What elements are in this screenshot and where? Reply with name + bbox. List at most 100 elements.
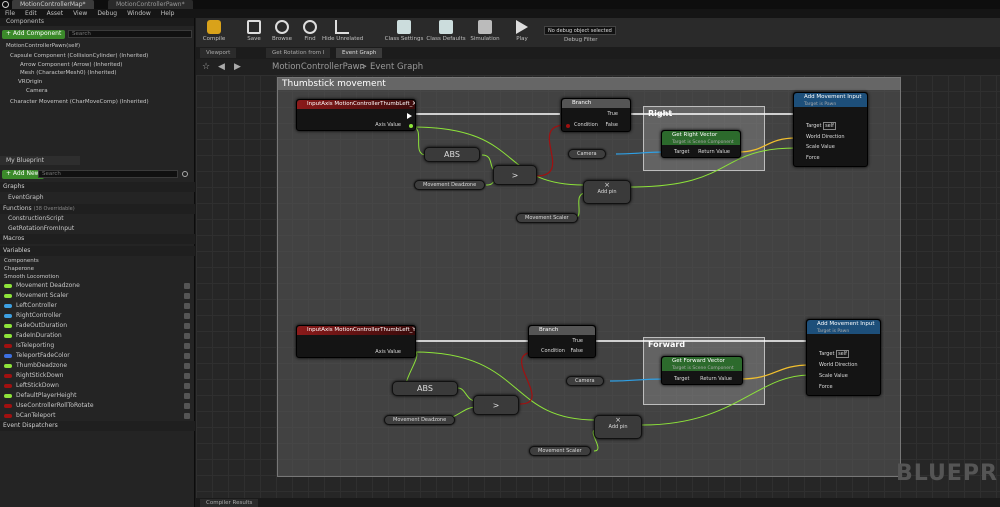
play-button[interactable]: Play (506, 20, 538, 46)
function-get-rotation[interactable]: GetRotationFromInput (4, 224, 74, 234)
add-pin-label[interactable]: Add pin (584, 189, 630, 195)
variable-item[interactable]: IsTeleporting (0, 341, 195, 351)
camera-node-x[interactable]: Camera (568, 149, 606, 159)
menu-help[interactable]: Help (156, 10, 180, 17)
visibility-eye-icon[interactable] (184, 323, 190, 329)
tree-camera[interactable]: Camera (26, 87, 48, 95)
forward-arrow-icon[interactable]: ▶ (234, 62, 241, 72)
get-forward-vector-node[interactable]: Get Forward Vector Target is Scene Compo… (661, 356, 743, 385)
back-arrow-icon[interactable]: ◀ (218, 62, 225, 72)
abs-node-y[interactable]: ABS (392, 381, 458, 396)
star-icon[interactable]: ☆ (202, 62, 210, 72)
breadcrumb-current[interactable]: Event Graph (370, 62, 423, 72)
get-right-vector-node[interactable]: Get Right Vector Target is Scene Compone… (661, 130, 741, 158)
input-axis-x-node[interactable]: InputAxis MotionControllerThumbLeft_X Ax… (296, 99, 416, 131)
visibility-eye-icon[interactable] (184, 403, 190, 409)
tree-vrorigin[interactable]: VROrigin (18, 78, 42, 86)
movement-deadzone-node-x[interactable]: Movement Deadzone (414, 180, 486, 190)
variable-item[interactable]: TeleportFadeColor (0, 351, 195, 361)
breadcrumb-root[interactable]: MotionControllerPawn (272, 62, 365, 72)
multiply-node-x[interactable]: × Add pin (583, 180, 631, 204)
visibility-eye-icon[interactable] (184, 383, 190, 389)
variable-item[interactable]: bCanTeleport (0, 411, 195, 421)
simulation-button[interactable]: Simulation (468, 20, 502, 46)
section-macros[interactable]: Macros (0, 234, 195, 244)
variable-item[interactable]: FadeOutDuration (0, 321, 195, 331)
axis-value-pin[interactable] (409, 124, 413, 128)
components-search-input[interactable]: Search (68, 30, 192, 38)
tree-arrow[interactable]: Arrow Component (Arrow) (Inherited) (20, 61, 122, 69)
movement-deadzone-node-y[interactable]: Movement Deadzone (384, 415, 456, 425)
class-settings-button[interactable]: Class Settings (384, 20, 424, 46)
camera-node-y[interactable]: Camera (566, 376, 604, 386)
event-graph-canvas[interactable]: Thumbstick movement Right Forward InputA… (196, 75, 1000, 498)
compiler-results-tab[interactable]: Compiler Results (200, 499, 259, 507)
tree-mesh[interactable]: Mesh (CharacterMesh0) (Inherited) (20, 69, 117, 77)
input-axis-y-node[interactable]: InputAxis MotionControllerThumbLeft_Y Ax… (296, 325, 416, 358)
visibility-eye-icon[interactable] (184, 293, 190, 299)
menu-asset[interactable]: Asset (42, 10, 68, 17)
hide-unrelated-button[interactable]: Hide Unrelated (322, 20, 363, 46)
visibility-eye-icon[interactable] (184, 283, 190, 289)
category-smooth-locomotion[interactable]: Smooth Locomotion (4, 273, 59, 281)
visibility-eye-icon[interactable] (184, 303, 190, 309)
class-defaults-button[interactable]: Class Defaults (426, 20, 466, 46)
tab-viewport[interactable]: Viewport (200, 48, 237, 58)
section-functions[interactable]: Functions (38 Overridable) (0, 204, 195, 214)
add-pin-label-y[interactable]: Add pin (595, 424, 641, 430)
visibility-eye-icon[interactable] (184, 413, 190, 419)
section-event-dispatchers[interactable]: Event Dispatchers (0, 421, 195, 431)
visibility-eye-icon[interactable] (184, 373, 190, 379)
variable-item[interactable]: DefaultPlayerHeight (0, 391, 195, 401)
self-box-y[interactable]: self (836, 350, 849, 358)
menu-file[interactable]: File (0, 10, 20, 17)
settings-gear-icon[interactable] (182, 171, 188, 177)
variable-item[interactable]: LeftController (0, 301, 195, 311)
window-tab-pawn[interactable]: MotionControllerPawn* (108, 0, 193, 9)
section-graphs[interactable]: Graphs (0, 182, 195, 192)
self-item[interactable]: MotionControllerPawn(self) (6, 42, 80, 50)
multiply-node-y[interactable]: × Add pin (594, 415, 642, 439)
menu-debug[interactable]: Debug (92, 10, 122, 17)
add-movement-input-node-y[interactable]: Add Movement Input Target is Pawn Target… (806, 319, 881, 396)
menu-edit[interactable]: Edit (20, 10, 42, 17)
variable-item[interactable]: LeftStickDown (0, 381, 195, 391)
movement-scaler-node-y[interactable]: Movement Scaler (529, 446, 591, 456)
visibility-eye-icon[interactable] (184, 333, 190, 339)
greater-node-x[interactable]: > (493, 165, 537, 185)
variable-item[interactable]: ThumbDeadzone (0, 361, 195, 371)
branch-node-x[interactable]: Branch True Condition False (561, 98, 631, 132)
debug-object-select[interactable]: No debug object selected (544, 26, 616, 35)
function-construction-script[interactable]: ConstructionScript (4, 214, 64, 224)
abs-node-x[interactable]: ABS (424, 147, 480, 162)
blueprint-search-input[interactable]: Search (38, 170, 178, 178)
visibility-eye-icon[interactable] (184, 353, 190, 359)
tab-event-graph[interactable]: Event Graph (336, 48, 383, 58)
tab-get-rotation[interactable]: Get Rotation from I (266, 48, 331, 58)
variable-item[interactable]: Movement Deadzone (0, 281, 195, 291)
condition-pin[interactable] (566, 124, 570, 128)
visibility-eye-icon[interactable] (184, 393, 190, 399)
variable-item[interactable]: FadeInDuration (0, 331, 195, 341)
greater-node-y[interactable]: > (473, 395, 519, 415)
section-variables[interactable]: Variables (0, 246, 195, 256)
exec-out-pin[interactable] (407, 113, 412, 119)
self-box-x[interactable]: self (823, 122, 836, 130)
event-graph-item[interactable]: EventGraph (4, 193, 44, 203)
branch-node-y[interactable]: Branch True Condition False (528, 325, 596, 358)
compile-button[interactable]: Compile (198, 20, 230, 46)
category-chaperone[interactable]: Chaperone (4, 265, 34, 273)
menu-view[interactable]: View (68, 10, 92, 17)
window-tab-map[interactable]: MotionControllerMap* (12, 0, 94, 9)
tree-capsule[interactable]: Capsule Component (CollisionCylinder) (I… (10, 52, 148, 60)
add-movement-input-node-x[interactable]: Add Movement Input Target is Pawn Target… (793, 92, 868, 167)
variable-item[interactable]: Movement Scaler (0, 291, 195, 301)
variable-item[interactable]: RightStickDown (0, 371, 195, 381)
visibility-eye-icon[interactable] (184, 363, 190, 369)
variable-item[interactable]: UseControllerRollToRotate (0, 401, 195, 411)
menu-window[interactable]: Window (122, 10, 156, 17)
category-components[interactable]: Components (4, 257, 39, 265)
my-blueprint-tab[interactable]: My Blueprint (0, 156, 80, 165)
add-component-button[interactable]: + Add Component (2, 30, 66, 39)
variable-item[interactable]: RightController (0, 311, 195, 321)
